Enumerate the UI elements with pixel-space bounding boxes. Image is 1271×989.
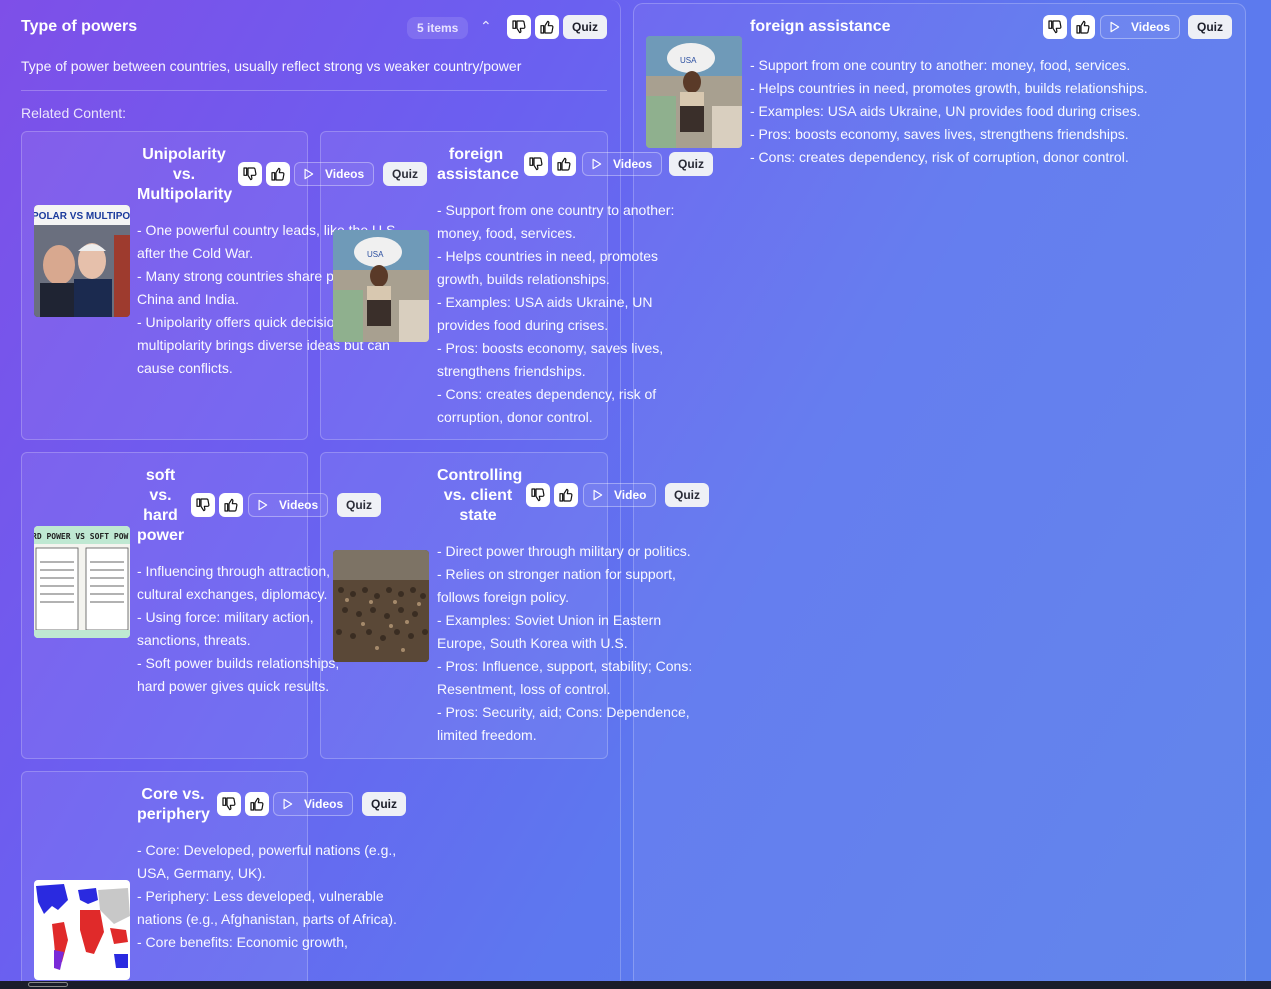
related-content-label: Related Content: [21,105,127,121]
world-map-image [34,880,130,980]
thumbs-down-icon [528,156,544,172]
thumbs-up-button[interactable] [1071,15,1095,39]
detail-title: foreign assistance [750,18,891,35]
detail-line: - Helps countries in need, promotes grow… [750,80,1148,96]
quiz-button[interactable]: Quiz [1188,15,1232,39]
card-title: Core vs. periphery [137,786,210,823]
thumbs-up-button[interactable] [535,15,559,39]
thumbs-down-button[interactable] [217,792,241,816]
scroll-indicator[interactable] [28,982,68,987]
videos-button[interactable]: Videos [248,493,329,517]
thumbs-up-icon [556,156,572,172]
thumbs-up-icon [223,497,239,513]
videos-label: Videos [1131,20,1171,34]
card-body: - Core: Developed, powerful nations (e.g… [137,839,399,981]
unipolar-vs-multipolar-image: POLAR VS MULTIPOL [34,205,130,317]
thumbs-down-icon [195,497,211,513]
svg-text:USA: USA [680,56,697,65]
thumbs-down-icon [530,487,546,503]
thumbs-down-button[interactable] [238,162,262,186]
play-icon [280,797,294,811]
play-icon [590,488,604,502]
thumbs-down-icon [1047,19,1063,35]
card-line: - Periphery: Less developed, vulnerable … [137,888,397,927]
quiz-button[interactable]: Quiz [563,15,607,39]
videos-label: Videos [279,498,319,512]
card-title: Unipolarity vs. Multipolarity [137,146,233,203]
thumbs-down-icon [242,166,258,182]
detail-line: - Cons: creates dependency, risk of corr… [750,149,1129,165]
divider [21,90,607,91]
card-line: - Core: Developed, powerful nations (e.g… [137,842,397,881]
thumbs-down-button[interactable] [191,493,215,517]
item-count-badge: 5 items [407,17,469,39]
videos-button[interactable]: Videos [273,792,354,816]
card-title: foreign assistance [437,146,519,183]
thumbs-up-button[interactable] [219,493,243,517]
topic-description: Type of power between countries, usually… [21,58,522,74]
card-title: soft vs. hard power [137,467,185,544]
detail-body: - Support from one country to another: m… [750,54,1220,169]
play-icon [1107,20,1121,34]
detail-line: - Examples: USA aids Ukraine, UN provide… [750,103,1141,119]
videos-button[interactable]: Videos [1100,15,1181,39]
thumbs-up-icon [249,796,265,812]
army-crowd-image [333,550,429,662]
card-line: - Core benefits: Economic growth, [137,934,348,950]
videos-label: Videos [304,797,344,811]
play-icon [589,157,603,171]
thumbnail-caption: RD POWER VS SOFT POW [34,532,129,541]
thumbs-up-button[interactable] [245,792,269,816]
thumbs-up-icon [270,166,286,182]
thumbs-up-button[interactable] [266,162,290,186]
thumbs-down-button[interactable] [524,152,548,176]
detail-line: - Pros: boosts economy, saves lives, str… [750,126,1129,142]
bottom-bar [0,981,1271,989]
thumbs-down-icon [221,796,237,812]
thumbs-down-button[interactable] [1043,15,1067,39]
play-icon [301,167,315,181]
card-title: Controlling vs. client state [437,467,523,524]
food-aid-image: USA [646,36,742,148]
thumbs-down-icon [511,19,527,35]
thumbs-down-button[interactable] [507,15,531,39]
thumbnail-caption: POLAR VS MULTIPOL [34,211,130,222]
topic-title: Type of powers [21,18,138,35]
thumbs-up-button[interactable] [554,483,578,507]
play-icon [255,498,269,512]
thumbs-down-button[interactable] [526,483,550,507]
thumbs-up-icon [1075,19,1091,35]
thumbs-up-button[interactable] [552,152,576,176]
detail-line: - Support from one country to another: m… [750,57,1131,73]
thumbs-up-icon [539,19,555,35]
svg-text:USA: USA [367,250,384,259]
hard-vs-soft-power-image: RD POWER VS SOFT POW [34,526,130,638]
quiz-button[interactable]: Quiz [362,792,406,816]
collapse-chevron-icon[interactable]: ⌃ [480,18,492,35]
thumbs-up-icon [558,487,574,503]
food-aid-image: USA [333,230,429,342]
